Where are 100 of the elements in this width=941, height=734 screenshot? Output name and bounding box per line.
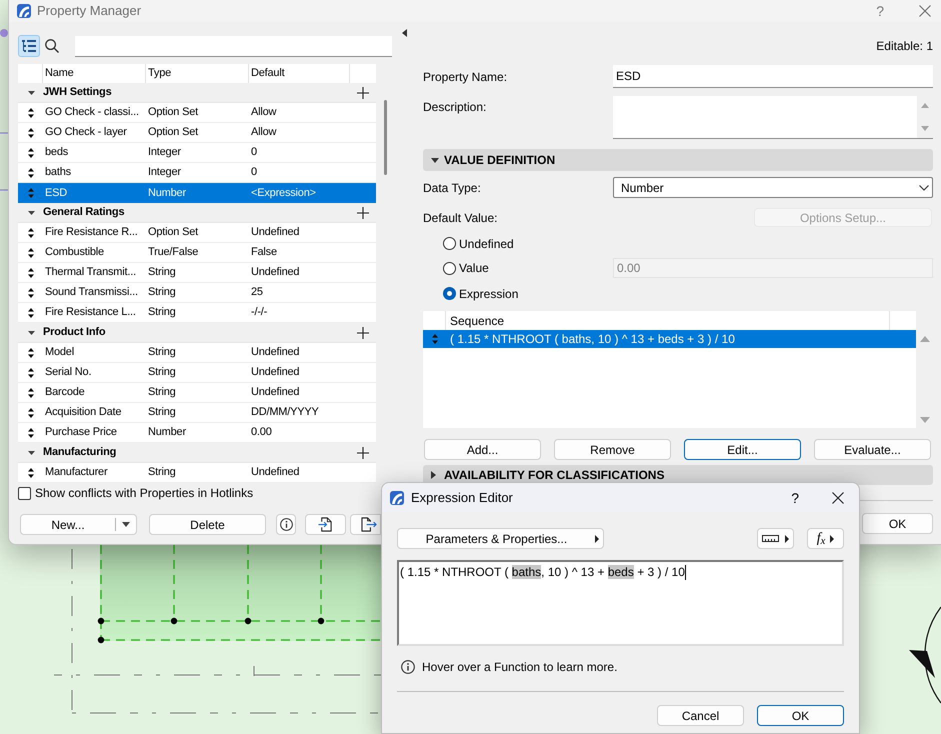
caret-down-icon[interactable] (122, 522, 130, 527)
caret-down-icon[interactable] (28, 450, 35, 454)
radio-button[interactable] (443, 287, 456, 300)
ok-button[interactable]: OK (862, 513, 933, 534)
info-icon (280, 518, 292, 531)
up-down-arrows-icon[interactable] (28, 128, 34, 138)
radio-label[interactable]: Value (459, 259, 489, 277)
expression-field[interactable]: ( 1.15 * NTHROOT ( baths, 10 ) ^ 13 + beds + 3 ) / 10 (397, 560, 844, 646)
up-down-arrows-icon[interactable] (28, 428, 34, 438)
table-cell-text: Integer (147, 165, 182, 180)
action-button[interactable]: Edit... (684, 439, 801, 460)
tree-view-icon (22, 40, 36, 52)
checkbox[interactable] (18, 486, 31, 500)
data-type-select[interactable]: Number (613, 177, 933, 198)
up-down-arrows-icon[interactable] (28, 368, 34, 378)
add-property-button[interactable] (357, 86, 369, 98)
up-down-arrows-icon[interactable] (28, 108, 34, 118)
table-cell-text: Barcode (44, 385, 86, 400)
up-down-arrows-icon[interactable] (28, 388, 34, 398)
close-icon[interactable] (832, 492, 844, 504)
function-button[interactable]: f$_{x}$ (807, 528, 844, 549)
up-down-arrows-icon[interactable] (28, 248, 34, 258)
up-down-arrows-icon[interactable] (28, 168, 34, 178)
export-button[interactable] (350, 514, 381, 535)
scrollbar-thumb[interactable] (384, 100, 387, 175)
marker-dot (0, 29, 8, 37)
window-title: Property Manager (37, 2, 142, 20)
group-header-row[interactable]: Manufacturing (18, 443, 376, 463)
table-cell-text: DD/MM/YYYY (250, 405, 320, 420)
export-icon (361, 517, 377, 532)
table-cell-text: Undefined (250, 365, 300, 380)
import-button[interactable] (305, 514, 346, 535)
caret-right-icon (595, 534, 599, 542)
table-cell-text: String (147, 305, 177, 320)
info-button[interactable] (276, 514, 296, 535)
table-cell-text: Fire Resistance L... (44, 305, 137, 320)
add-property-button[interactable] (357, 446, 369, 458)
table-cell-text: <Expression> (250, 186, 317, 201)
action-button[interactable]: Evaluate... (814, 439, 931, 460)
checkbox-label[interactable]: Show conflicts with Properties in Hotlinks (35, 484, 254, 502)
new-split-button[interactable]: New... (20, 514, 137, 535)
caret-down-icon[interactable] (28, 210, 35, 214)
table-cell-text: True/False (147, 245, 200, 260)
radio-button[interactable] (443, 262, 456, 274)
table-cell-text: ( 1.15 * NTHROOT ( baths, 10 ) ^ 13 + beds + 3 ) / 10 (449, 331, 735, 348)
up-down-arrows-icon[interactable] (28, 148, 34, 158)
up-down-arrows-icon[interactable] (28, 348, 34, 358)
up-down-arrows-icon[interactable] (28, 228, 34, 238)
dialog-button[interactable]: Cancel (657, 705, 744, 726)
add-property-button[interactable] (357, 206, 369, 218)
info-icon (401, 660, 415, 674)
caret-right-icon (830, 534, 834, 542)
chevron-down-icon (919, 184, 929, 190)
radio-label[interactable]: Undefined (459, 234, 514, 252)
ruler-icon (762, 535, 779, 542)
table-cell-text: Option Set (147, 125, 200, 140)
search-field[interactable] (75, 36, 392, 56)
units-button[interactable] (757, 528, 794, 549)
table-cell-text: Undefined (250, 225, 300, 240)
group-title: Product Info (43, 325, 106, 340)
table-cell-text: Acquisition Date (44, 405, 122, 420)
plus-icon (357, 206, 369, 218)
table-cell-text: GO Check - layer (44, 125, 128, 140)
help-button[interactable]: ? (791, 490, 799, 504)
help-button[interactable]: ? (876, 4, 884, 18)
table-cell-text: Undefined (250, 385, 300, 400)
table-cell-text: Allow (250, 125, 278, 140)
caret-left-icon[interactable] (402, 29, 407, 37)
description-field[interactable] (613, 96, 933, 139)
group-header-row[interactable]: Product Info (18, 323, 376, 343)
table-row[interactable]: ESD Number <Expression> (18, 183, 376, 203)
table-cell-text: Number (147, 425, 187, 440)
add-property-button[interactable] (357, 326, 369, 338)
dialog-button[interactable]: OK (757, 705, 844, 726)
window-title: Expression Editor (411, 488, 513, 507)
caret-down-icon[interactable] (28, 90, 35, 94)
sequence-row[interactable]: ( 1.15 * NTHROOT ( baths, 10 ) ^ 13 + beds + 3 ) / 10 (423, 330, 916, 348)
property-name-field[interactable]: ESD (613, 65, 933, 88)
table-cell-text: baths (44, 165, 72, 180)
group-header-row[interactable]: General Ratings (18, 203, 376, 223)
table-cell-text: Model (44, 345, 75, 360)
group-header-row[interactable]: JWH Settings (18, 83, 376, 103)
up-down-arrows-icon[interactable] (28, 408, 34, 418)
table-cell-text: Thermal Transmit... (44, 265, 137, 280)
action-button[interactable]: Remove (554, 439, 671, 460)
section-header[interactable]: VALUE DEFINITION (423, 149, 933, 171)
action-button[interactable]: Add... (424, 439, 541, 460)
up-down-arrows-icon[interactable] (28, 268, 34, 278)
caret-down-icon[interactable] (28, 330, 35, 334)
up-down-arrows-icon[interactable] (28, 288, 34, 298)
radio-button[interactable] (443, 237, 456, 250)
delete-button[interactable]: Delete (149, 514, 266, 535)
up-down-arrows-icon[interactable] (28, 308, 34, 318)
radio-label[interactable]: Expression (459, 284, 518, 302)
tree-view-button[interactable] (18, 35, 40, 57)
up-down-arrows-icon[interactable] (28, 468, 34, 478)
search-icon[interactable] (45, 39, 59, 53)
text-cursor (684, 565, 686, 580)
parameters-button[interactable]: Parameters & Properties... (397, 528, 604, 549)
group-title: Manufacturing (43, 445, 116, 460)
